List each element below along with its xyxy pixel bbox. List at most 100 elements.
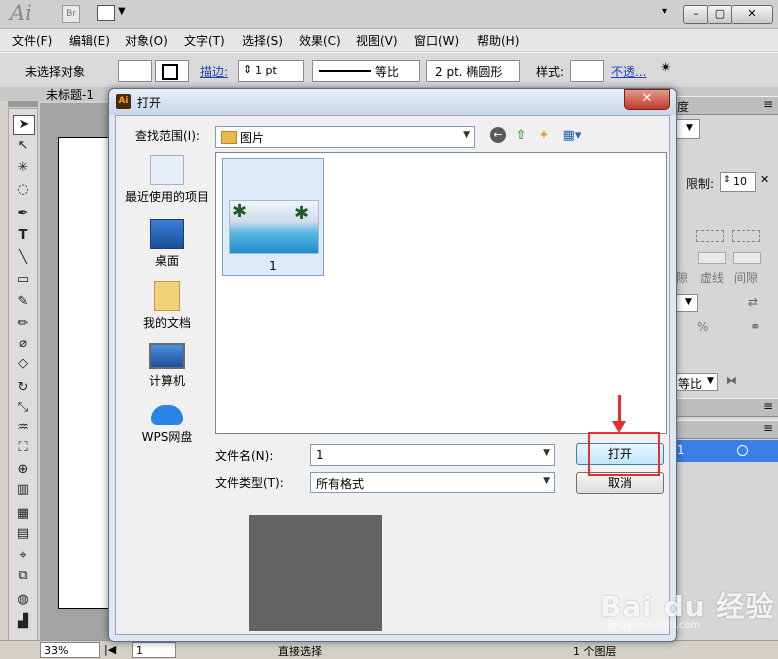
new-folder-icon[interactable]: ✦ <box>535 127 553 145</box>
gap-input[interactable] <box>733 252 761 264</box>
rectangle-tool-icon[interactable]: ▭ <box>13 271 33 289</box>
variable-width-profile[interactable]: 等比 <box>312 60 420 82</box>
close-app-button[interactable]: ✕ <box>731 5 773 24</box>
blend-tool-icon[interactable]: ⧉ <box>13 567 33 585</box>
profile-dropdown[interactable]: 等比 ▼ <box>676 373 718 391</box>
miter-limit-field[interactable]: ⇕ 10 <box>720 172 756 192</box>
menu-edit[interactable]: 编辑(E) <box>69 32 110 49</box>
stroke-weight-dropdown[interactable]: ▼ <box>676 119 700 139</box>
opacity-link[interactable]: 不透... <box>611 63 646 80</box>
menu-select[interactable]: 选择(S) <box>242 32 283 49</box>
chevron-down-icon[interactable]: ▼ <box>543 476 550 486</box>
scale-tool-icon[interactable]: ⤡ <box>13 399 33 417</box>
chevron-down-icon[interactable]: ▼ <box>118 6 126 17</box>
blob-brush-tool-icon[interactable]: ⌀ <box>13 335 33 353</box>
pencil-tool-icon[interactable]: ✏ <box>13 315 33 333</box>
current-tool-name[interactable]: 直接选择 <box>278 643 322 659</box>
panel-menu-icon[interactable]: ≡ <box>763 399 773 413</box>
eyedropper-tool-icon[interactable]: ⌖ <box>13 547 33 565</box>
menu-help[interactable]: 帮助(H) <box>477 32 519 49</box>
arrowhead-dropdown[interactable]: ▼ <box>676 294 698 312</box>
chevron-down-icon[interactable]: ▼ <box>707 376 714 386</box>
document-tab[interactable]: 未标题-1 <box>46 86 116 102</box>
chevron-down-icon[interactable]: ▼ <box>685 297 692 307</box>
shape-builder-tool-icon[interactable]: ⊕ <box>13 461 33 479</box>
file-item[interactable]: ✱ ✱ 1 <box>222 158 324 276</box>
symbol-sprayer-tool-icon[interactable]: ◍ <box>13 591 33 609</box>
workspace-dropdown-icon[interactable]: ▾ <box>662 6 667 17</box>
up-folder-icon[interactable]: ⇧ <box>512 127 530 145</box>
toolbox-grip[interactable] <box>8 101 38 107</box>
graph-tool-icon[interactable]: ▥ <box>13 481 33 499</box>
bridge-button[interactable]: Br <box>62 5 80 23</box>
file-list[interactable]: ✱ ✱ 1 <box>215 152 667 434</box>
style-swatch[interactable] <box>570 60 604 82</box>
layer-target-icon[interactable] <box>737 445 748 456</box>
dash-input[interactable] <box>698 252 726 264</box>
artboard-number-field[interactable]: 1 <box>132 642 176 658</box>
menu-window[interactable]: 窗口(W) <box>414 32 459 49</box>
chevron-down-icon[interactable]: ▼ <box>463 130 470 140</box>
panel-tab-fragment[interactable]: 度 <box>677 98 689 115</box>
stepper-icon[interactable]: ⇕ <box>723 175 731 185</box>
stroke-swatch[interactable] <box>155 60 189 82</box>
place-recent[interactable]: 最近使用的项目 <box>121 155 213 205</box>
panel-menu-icon[interactable]: ≡ <box>763 421 773 435</box>
prev-artboard-icon[interactable]: |◀ <box>104 643 116 656</box>
line-tool-icon[interactable]: ╲ <box>13 249 33 267</box>
gap-box-icon[interactable] <box>732 230 760 242</box>
fill-swatch[interactable] <box>118 60 152 82</box>
panel-menu-icon[interactable]: ≡ <box>763 97 773 111</box>
column-graph-tool-icon[interactable]: ▟ <box>13 613 33 631</box>
dash-box-icon[interactable] <box>696 230 724 242</box>
close-panel-icon[interactable]: ✕ <box>760 173 769 186</box>
rotate-tool-icon[interactable]: ↻ <box>13 379 33 397</box>
maximize-button[interactable]: ▢ <box>707 5 733 24</box>
layer-row-selected[interactable]: 1 <box>675 440 778 462</box>
magic-wand-icon[interactable]: ✴ <box>660 60 672 76</box>
link-icon[interactable]: ⚭ <box>750 320 761 335</box>
brush-definition[interactable]: 2 pt. 椭圆形 <box>426 60 520 82</box>
filetype-select[interactable]: 所有格式 ▼ <box>310 472 555 493</box>
flip-profile-icon[interactable]: ⧓ <box>726 374 737 387</box>
place-wps-cloud[interactable]: WPS网盘 <box>121 405 213 445</box>
menu-effect[interactable]: 效果(C) <box>299 32 341 49</box>
menu-view[interactable]: 视图(V) <box>356 32 398 49</box>
lasso-tool-icon[interactable]: ◌ <box>13 181 33 199</box>
back-arrow-icon[interactable]: ← <box>490 127 506 143</box>
place-documents[interactable]: 我的文档 <box>121 281 213 331</box>
chevron-down-icon[interactable]: ▼ <box>543 448 550 458</box>
warp-tool-icon[interactable]: ♒ <box>13 419 33 437</box>
minimize-button[interactable]: – <box>683 5 709 24</box>
dialog-title-bar[interactable]: Ai 打开 ✕ <box>109 89 676 115</box>
type-tool-icon[interactable]: T <box>13 227 33 245</box>
magic-wand-tool-icon[interactable]: ✳ <box>13 159 33 177</box>
dialog-close-button[interactable]: ✕ <box>624 89 670 110</box>
stroke-weight-field[interactable]: ⇕ 1 pt <box>238 60 304 82</box>
menu-object[interactable]: 对象(O) <box>125 32 168 49</box>
place-desktop[interactable]: 桌面 <box>121 219 213 269</box>
zoom-field[interactable]: 33% <box>40 642 100 658</box>
pen-tool-icon[interactable]: ✒ <box>13 205 33 223</box>
look-in-combo[interactable]: 图片 ▼ <box>215 126 475 148</box>
chevron-down-icon[interactable]: ▼ <box>686 123 693 133</box>
view-menu-icon[interactable]: ▦▾ <box>559 127 585 145</box>
free-transform-tool-icon[interactable]: ⛶ <box>13 439 33 457</box>
artboard[interactable] <box>58 137 115 609</box>
menu-type[interactable]: 文字(T) <box>184 32 225 49</box>
mesh-tool-icon[interactable]: ▦ <box>13 505 33 523</box>
stepper-icon[interactable]: ⇕ <box>243 63 252 76</box>
gradient-tool-icon[interactable]: ▤ <box>13 525 33 543</box>
miter-limit-value: 10 <box>733 175 747 188</box>
place-computer[interactable]: 计算机 <box>121 343 213 389</box>
menu-file[interactable]: 文件(F) <box>12 32 52 49</box>
eraser-tool-icon[interactable]: ◇ <box>13 355 33 373</box>
direct-selection-tool-icon[interactable]: ↖ <box>13 137 33 155</box>
filename-field[interactable]: 1 ▼ <box>310 444 555 466</box>
selection-tool-icon[interactable]: ➤ <box>13 115 35 135</box>
stroke-link[interactable]: 描边: <box>200 63 228 80</box>
open-file-dialog: Ai 打开 ✕ 查找范围(I): 图片 ▼ ← ⇧ ✦ ▦▾ 最近使用的项目 桌… <box>108 88 677 642</box>
swap-arrowheads-icon[interactable]: ⇄ <box>748 295 758 309</box>
arrange-documents-icon[interactable] <box>97 5 115 21</box>
paintbrush-tool-icon[interactable]: ✎ <box>13 293 33 311</box>
